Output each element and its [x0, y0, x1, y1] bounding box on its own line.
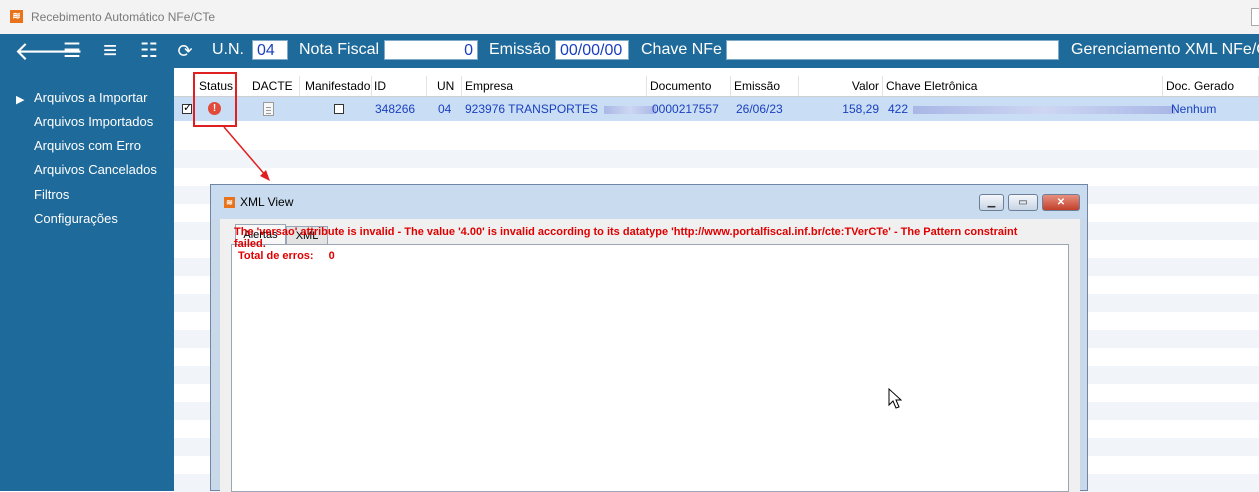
error-total-label: Total de erros:: [238, 250, 314, 262]
validation-error-message: The 'versao' attribute is invalid - The …: [234, 226, 1018, 250]
close-button[interactable]: ✕: [1042, 194, 1080, 211]
xml-view-dialog: ≋ XML View ▁ ▭ ✕ Alertas XML The 'versao…: [210, 184, 1088, 492]
maximize-button[interactable]: ▭: [1008, 194, 1038, 211]
minimize-button[interactable]: ▁: [979, 194, 1004, 211]
dialog-titlebar[interactable]: ≋ XML View ▁ ▭ ✕: [211, 185, 1087, 219]
alertas-panel: [231, 244, 1069, 492]
error-total-value: 0: [328, 250, 335, 262]
mouse-pointer-icon: [888, 388, 902, 409]
app-logo-icon: ≋: [224, 197, 235, 208]
dialog-title: XML View: [240, 195, 294, 209]
error-total: Total de erros: 0: [238, 250, 335, 262]
dialog-body: Alertas XML: [220, 219, 1080, 492]
